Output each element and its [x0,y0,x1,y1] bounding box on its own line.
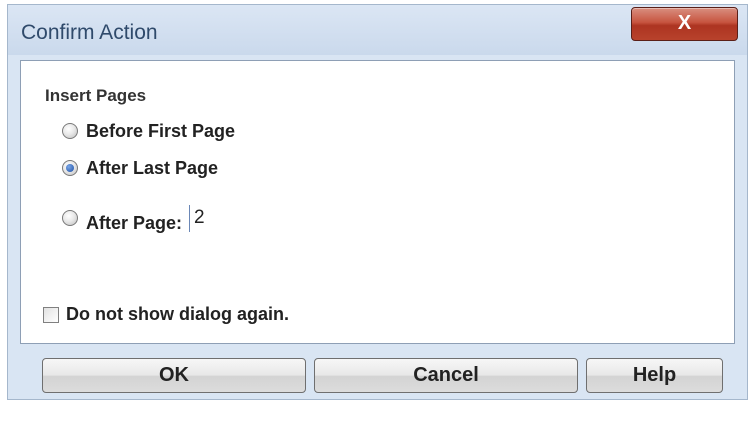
dont-show-again-label[interactable]: Do not show dialog again. [66,304,289,325]
content-panel: Insert Pages Before First Page After Las… [20,60,735,344]
confirm-action-dialog: Confirm Action X Insert Pages Before Fir… [7,4,748,400]
help-button[interactable]: Help [586,358,723,393]
dont-show-again-row[interactable]: Do not show dialog again. [43,304,289,325]
dont-show-again-checkbox[interactable] [43,306,59,323]
close-icon: X [677,12,692,34]
radio-after-page[interactable]: After Page: [62,204,237,233]
radio-before-first-page[interactable]: Before First Page [62,119,235,143]
radio-button[interactable] [62,123,78,139]
ok-button[interactable]: OK [42,358,306,393]
radio-dot [66,164,74,172]
radio-label[interactable]: After Page: [86,213,182,234]
page-number-input[interactable] [189,204,237,232]
radio-after-last-page[interactable]: After Last Page [62,156,218,180]
radio-label[interactable]: Before First Page [86,121,235,142]
radio-label[interactable]: After Last Page [86,158,218,179]
radio-button[interactable] [62,210,78,226]
insert-pages-label: Insert Pages [45,86,147,105]
radio-button-selected[interactable] [62,160,78,176]
dialog-title: Confirm Action [21,21,158,44]
cancel-button[interactable]: Cancel [314,358,578,393]
title-bar[interactable]: Confirm Action X [8,5,747,55]
close-button[interactable]: X [631,7,738,41]
